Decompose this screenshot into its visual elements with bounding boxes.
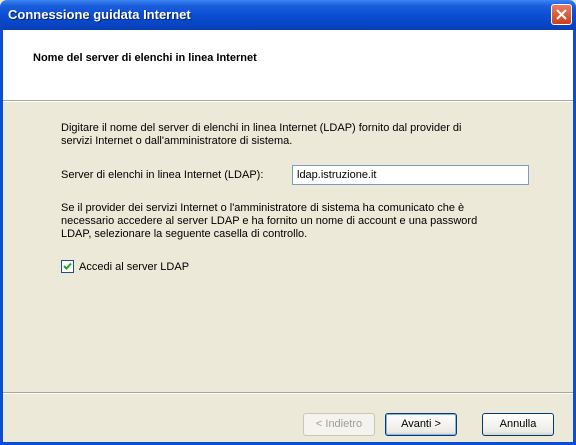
page-title: Nome del server di elenchi in linea Inte…	[33, 52, 257, 64]
info-text-line-3: LDAP, selezionare la seguente casella di…	[61, 228, 308, 240]
info-text-line-2: necessario accedere al server LDAP e ha …	[61, 215, 478, 227]
wizard-header	[3, 30, 573, 100]
close-icon	[556, 9, 567, 20]
intro-text-line-2: servizi Internet o dall'amministratore d…	[61, 135, 293, 147]
back-button[interactable]: < Indietro	[303, 413, 375, 436]
intro-text-line-1: Digitare il nome del server di elenchi i…	[61, 122, 462, 134]
close-button[interactable]	[551, 4, 572, 25]
cancel-button[interactable]: Annulla	[482, 413, 554, 436]
next-button[interactable]: Avanti >	[385, 413, 457, 436]
ldap-login-checkbox[interactable]	[61, 260, 74, 273]
server-label: Server di elenchi in linea Internet (LDA…	[61, 169, 264, 181]
ldap-server-input[interactable]	[292, 165, 529, 185]
ldap-login-checkbox-label[interactable]: Accedi al server LDAP	[79, 261, 189, 274]
checkmark-icon	[63, 262, 72, 270]
title-bar[interactable]: Connessione guidata Internet	[0, 0, 576, 30]
window-title: Connessione guidata Internet	[8, 7, 191, 22]
info-text-line-1: Se il provider dei servizi Internet o l'…	[61, 202, 465, 214]
